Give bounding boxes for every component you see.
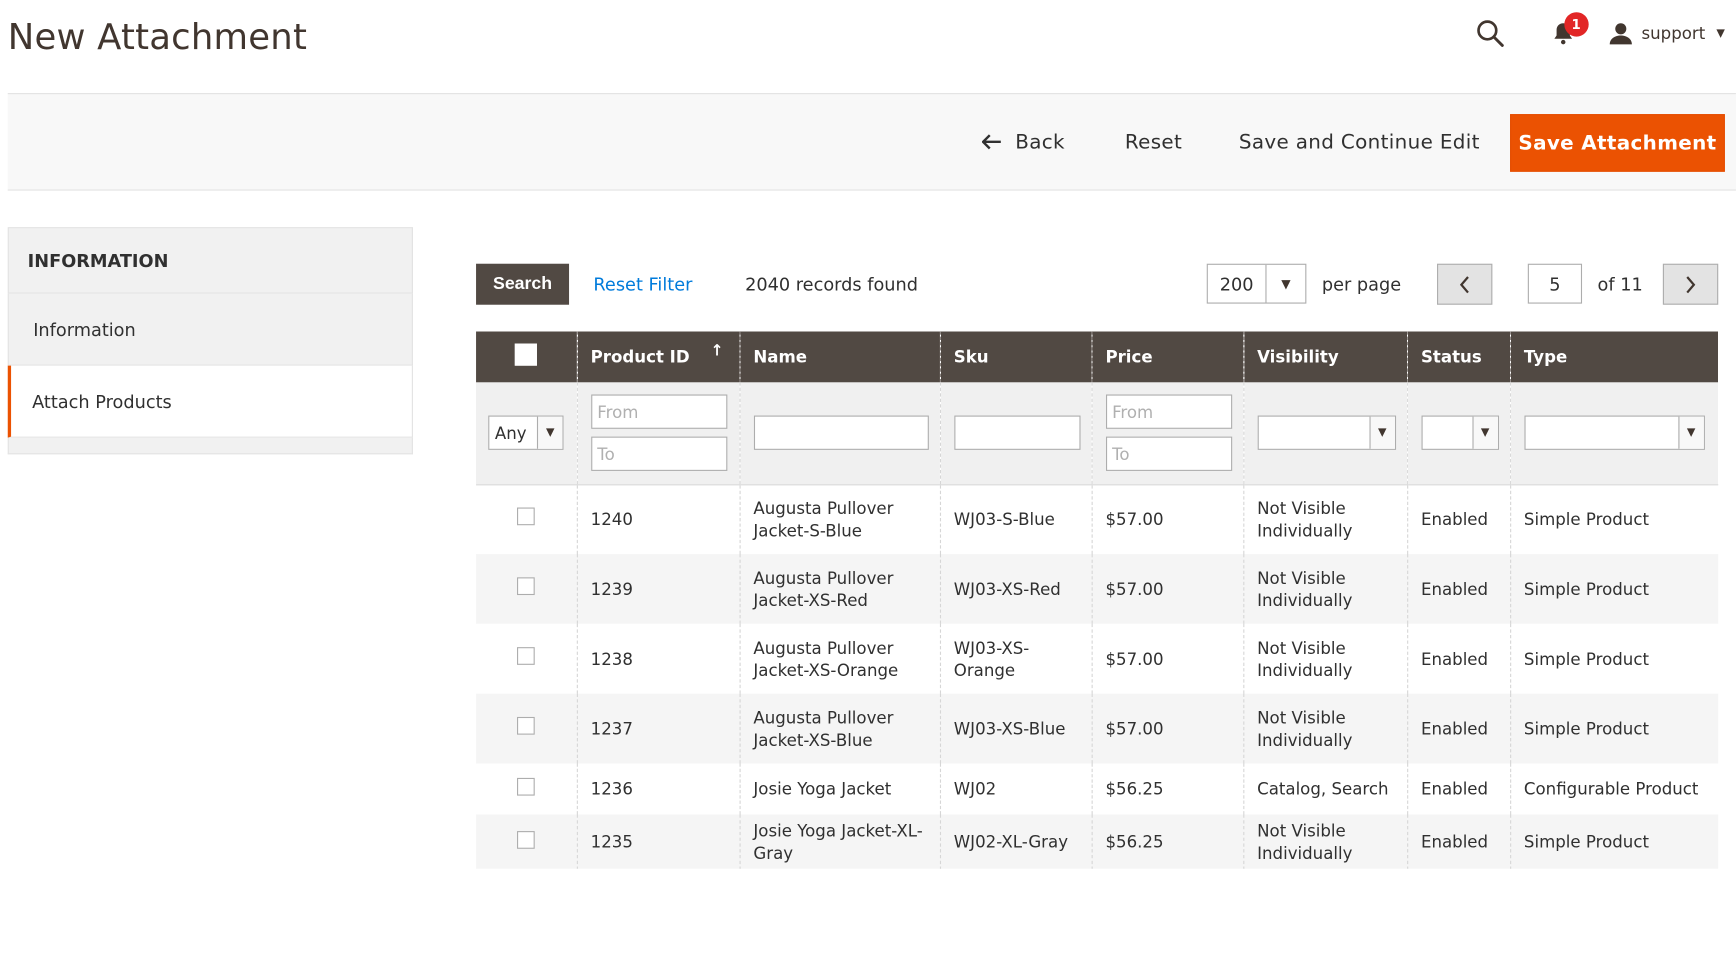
column-label: Product ID [590, 346, 690, 367]
cell-visibility: Not Visible Individually [1242, 554, 1408, 624]
cell-price: $57.00 [1091, 623, 1244, 694]
cell-sku: WJ02 [939, 763, 1092, 815]
cell-status: Enabled [1406, 693, 1511, 764]
cell-sku: WJ03-S-Blue [939, 484, 1092, 555]
type-filter-select[interactable]: ▼ [1523, 415, 1705, 451]
row-select-cell [476, 623, 577, 694]
table-row[interactable]: 1240 Augusta Pullover Jacket-S-Blue WJ03… [476, 484, 1719, 555]
row-checkbox[interactable] [517, 830, 536, 849]
cell-status: Enabled [1406, 554, 1511, 624]
row-checkbox[interactable] [517, 716, 536, 735]
filter-cell-status: ▼ [1406, 382, 1511, 485]
cell-status: Enabled [1406, 814, 1511, 869]
column-header-name[interactable]: Name [738, 331, 940, 383]
cell-price: $56.25 [1091, 814, 1244, 869]
column-header-visibility[interactable]: Visibility [1242, 331, 1408, 383]
cell-name: Augusta Pullover Jacket-XS-Orange [738, 623, 940, 694]
cell-name: Josie Yoga Jacket [738, 763, 940, 815]
filter-cell-product-id: From To [576, 382, 740, 485]
cell-name: Augusta Pullover Jacket-S-Blue [738, 484, 940, 555]
table-row[interactable]: 1236 Josie Yoga Jacket WJ02 $56.25 Catal… [476, 763, 1719, 815]
table-row[interactable]: 1239 Augusta Pullover Jacket-XS-Red WJ03… [476, 554, 1719, 624]
cell-status: Enabled [1406, 484, 1511, 555]
visibility-filter-select[interactable]: ▼ [1257, 415, 1396, 451]
price-to-input[interactable]: To [1105, 436, 1232, 472]
cell-price: $56.25 [1091, 763, 1244, 815]
cell-visibility: Not Visible Individually [1242, 623, 1408, 694]
grid-header-row: Product ID ↑ Name Sku Price Visibility St… [476, 331, 1719, 383]
cell-product-id: 1235 [576, 814, 740, 869]
row-checkbox[interactable] [517, 507, 536, 526]
cell-visibility: Not Visible Individually [1242, 484, 1408, 555]
product-id-from-input[interactable]: From [590, 394, 727, 430]
chevron-down-icon: ▼ [1677, 416, 1704, 450]
filter-cell-visibility: ▼ [1242, 382, 1408, 485]
row-select-cell [476, 763, 577, 815]
filter-cell-price: From To [1091, 382, 1244, 485]
cell-sku: WJ03-XS-Red [939, 554, 1092, 624]
in-products-filter[interactable]: Any ▼ [488, 415, 564, 451]
cell-visibility: Not Visible Individually [1242, 693, 1408, 764]
row-select-cell [476, 693, 577, 764]
grid-filter-row: Any ▼ From To From To ▼ ▼ ▼ [476, 382, 1719, 485]
table-row[interactable]: 1238 Augusta Pullover Jacket-XS-Orange W… [476, 623, 1719, 694]
cell-product-id: 1239 [576, 554, 740, 624]
cell-type: Simple Product [1509, 623, 1719, 694]
cell-type: Simple Product [1509, 554, 1719, 624]
row-checkbox[interactable] [517, 777, 536, 796]
filter-cell-sku [939, 382, 1092, 485]
cell-status: Enabled [1406, 623, 1511, 694]
column-header-type[interactable]: Type [1509, 331, 1719, 383]
product-id-to-input[interactable]: To [590, 436, 727, 472]
select-all-header[interactable] [476, 331, 577, 383]
cell-type: Simple Product [1509, 814, 1719, 869]
sort-arrow-icon: ↑ [710, 342, 724, 361]
table-row[interactable]: 1237 Augusta Pullover Jacket-XS-Blue WJ0… [476, 693, 1719, 764]
table-row[interactable]: 1235 Josie Yoga Jacket-XL-Gray WJ02-XL-G… [476, 814, 1719, 869]
cell-product-id: 1237 [576, 693, 740, 764]
cell-price: $57.00 [1091, 554, 1244, 624]
filter-cell-select: Any ▼ [476, 382, 577, 485]
column-header-status[interactable]: Status [1406, 331, 1511, 383]
filter-cell-name [738, 382, 940, 485]
cell-name: Augusta Pullover Jacket-XS-Red [738, 554, 940, 624]
cell-type: Configurable Product [1509, 763, 1719, 815]
cell-price: $57.00 [1091, 693, 1244, 764]
grid-viewport: Product ID ↑ Name Sku Price Visibility St… [0, 0, 1736, 869]
chevron-down-icon: ▼ [1368, 416, 1395, 450]
name-filter-input[interactable] [753, 415, 929, 451]
cell-product-id: 1240 [576, 484, 740, 555]
filter-value: Any [494, 423, 527, 443]
select-all-checkbox[interactable] [515, 343, 538, 366]
row-checkbox[interactable] [517, 647, 536, 665]
cell-name: Augusta Pullover Jacket-XS-Blue [738, 693, 940, 764]
cell-type: Simple Product [1509, 484, 1719, 555]
sku-filter-input[interactable] [953, 415, 1080, 451]
cell-status: Enabled [1406, 763, 1511, 815]
chevron-down-icon: ▼ [536, 416, 563, 450]
status-filter-select[interactable]: ▼ [1420, 415, 1499, 451]
cell-price: $57.00 [1091, 484, 1244, 555]
row-select-cell [476, 554, 577, 624]
row-select-cell [476, 484, 577, 555]
products-grid: Product ID ↑ Name Sku Price Visibility St… [476, 331, 1719, 869]
cell-visibility: Not Visible Individually [1242, 814, 1408, 869]
column-header-price[interactable]: Price [1091, 331, 1244, 383]
column-header-sku[interactable]: Sku [939, 331, 1092, 383]
cell-name: Josie Yoga Jacket-XL-Gray [738, 814, 940, 869]
row-checkbox[interactable] [517, 577, 536, 596]
cell-sku: WJ02-XL-Gray [939, 814, 1092, 869]
cell-type: Simple Product [1509, 693, 1719, 764]
chevron-down-icon: ▼ [1471, 416, 1498, 450]
price-from-input[interactable]: From [1105, 394, 1232, 430]
cell-visibility: Catalog, Search [1242, 763, 1408, 815]
cell-product-id: 1238 [576, 623, 740, 694]
filter-cell-type: ▼ [1509, 382, 1719, 485]
column-header-product-id[interactable]: Product ID ↑ [576, 331, 740, 383]
cell-sku: WJ03-XS-Blue [939, 693, 1092, 764]
cell-sku: WJ03-XS-Orange [939, 623, 1092, 694]
cell-product-id: 1236 [576, 763, 740, 815]
row-select-cell [476, 814, 577, 869]
